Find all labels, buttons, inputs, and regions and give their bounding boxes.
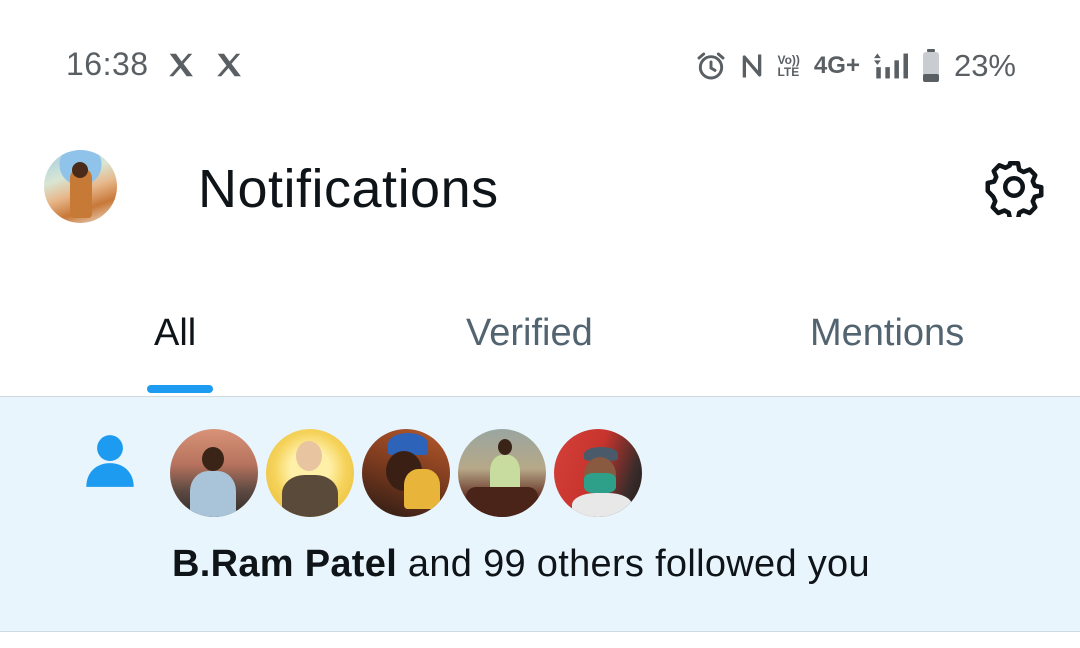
follower-avatar[interactable] xyxy=(458,429,546,517)
network-type: 4G+ xyxy=(813,52,860,79)
tab-all[interactable]: All xyxy=(154,312,196,355)
notification-item[interactable]: B.Ram Patel and 99 others followed you xyxy=(0,397,1080,632)
active-tab-indicator xyxy=(147,385,213,393)
status-icons: Vo)) LTE 4G+ 23% xyxy=(695,46,1016,86)
notification-actor[interactable]: B.Ram Patel xyxy=(172,543,397,585)
profile-avatar[interactable] xyxy=(44,150,117,223)
notification-text: B.Ram Patel and 99 others followed you xyxy=(172,543,870,586)
follower-avatar[interactable] xyxy=(362,429,450,517)
follower-avatar[interactable] xyxy=(554,429,642,517)
volte-icon: Vo)) LTE xyxy=(777,54,799,78)
battery-percent: 23% xyxy=(953,48,1016,83)
status-time: 16:38 xyxy=(66,46,149,82)
status-bar: 16:38 Vo)) LTE 4G+ 23% xyxy=(0,0,1080,130)
volte-bottom-label: LTE xyxy=(777,65,800,79)
follower-avatar[interactable] xyxy=(170,429,258,517)
nfc-icon xyxy=(743,54,762,78)
battery-icon xyxy=(922,49,939,82)
x-logo-icon xyxy=(169,53,193,77)
tab-mentions[interactable]: Mentions xyxy=(810,312,964,355)
gear-icon[interactable] xyxy=(984,157,1044,217)
notification-tabs: All Verified Mentions xyxy=(0,290,1080,397)
notification-message: and 99 others followed you xyxy=(397,543,870,585)
tab-verified[interactable]: Verified xyxy=(466,312,593,355)
signal-icon xyxy=(873,53,908,79)
follower-avatars xyxy=(170,429,642,519)
alarm-icon xyxy=(698,52,725,80)
page-title: Notifications xyxy=(198,159,499,219)
person-icon xyxy=(86,435,134,487)
x-logo-icon xyxy=(217,53,241,77)
follower-avatar[interactable] xyxy=(266,429,354,517)
